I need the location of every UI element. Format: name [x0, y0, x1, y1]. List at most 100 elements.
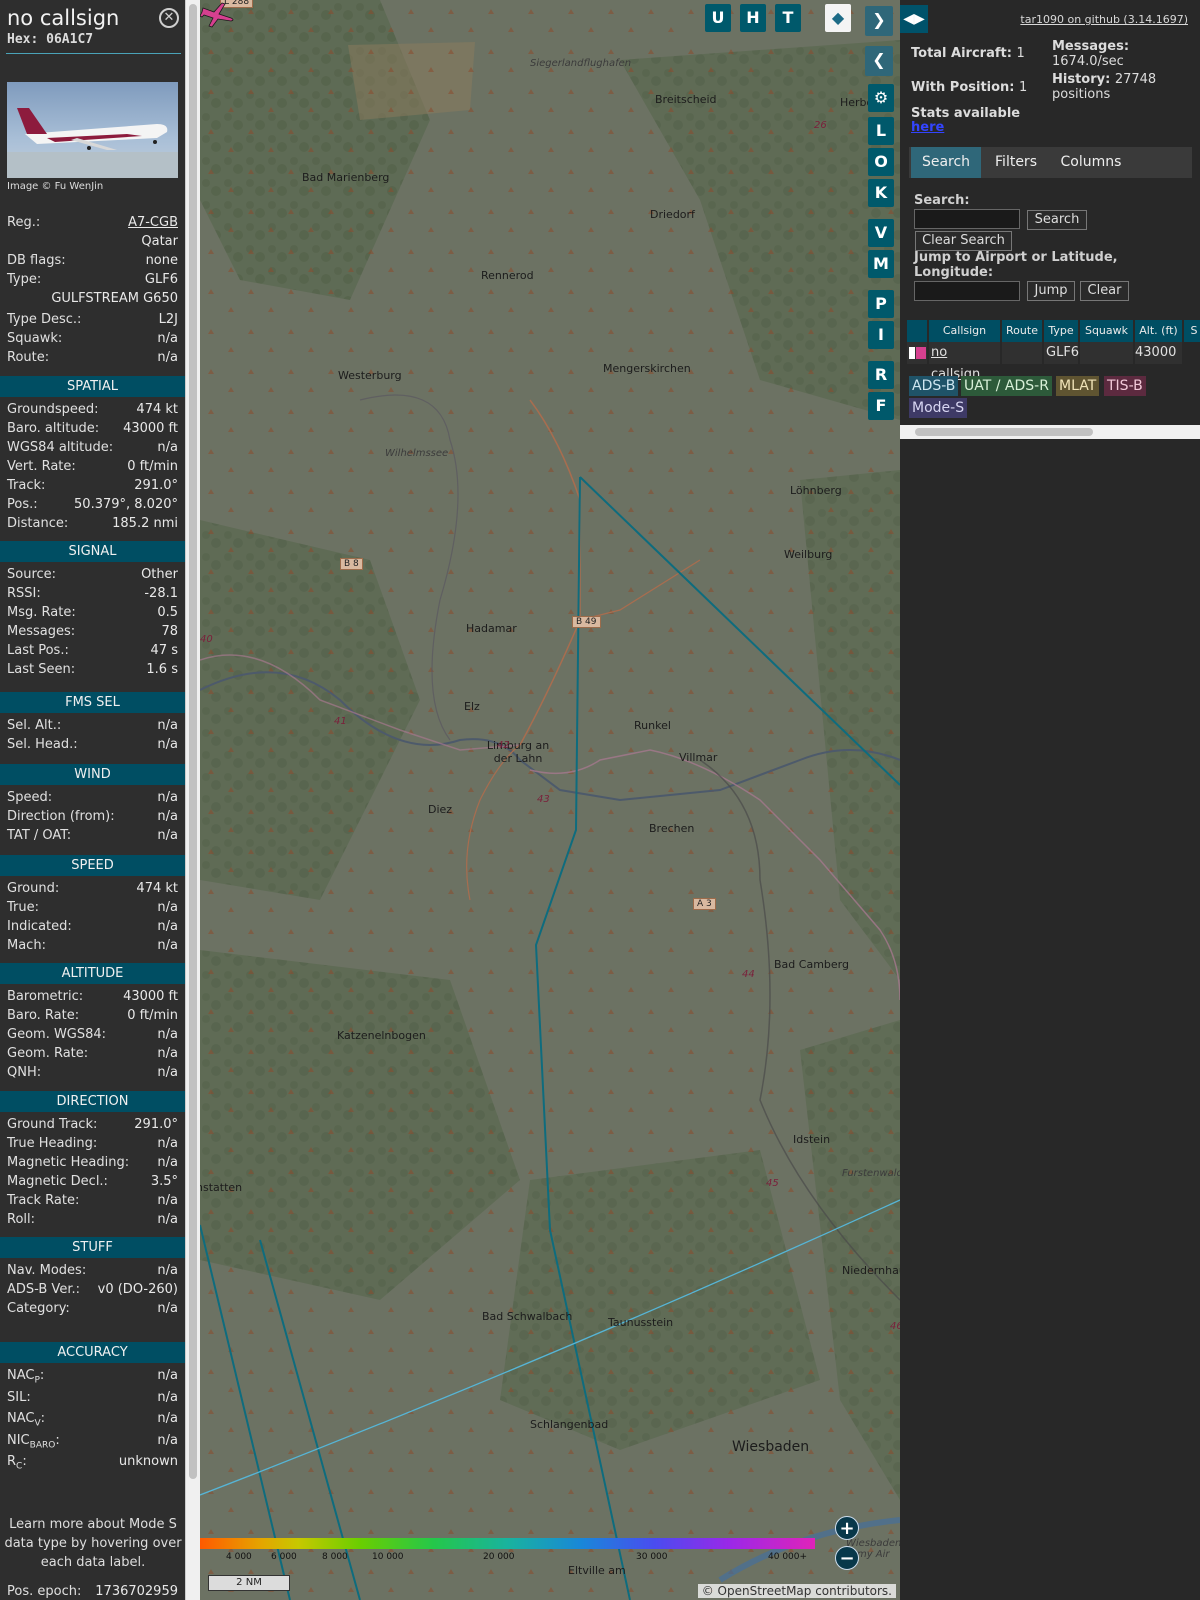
info-row-label[interactable]: True Heading: — [7, 1136, 97, 1151]
column-header-squawk[interactable]: Squawk — [1080, 320, 1133, 342]
table-horizontal-scrollbar[interactable] — [900, 425, 1200, 439]
info-row-label[interactable]: TAT / OAT: — [7, 828, 71, 843]
tab-columns[interactable]: Columns — [1050, 147, 1132, 178]
map-attribution[interactable]: © OpenStreetMap contributors. — [697, 1584, 896, 1598]
info-row-label[interactable]: Ground: — [7, 881, 59, 896]
info-row-label[interactable]: Direction (from): — [7, 809, 115, 824]
map-canvas — [200, 0, 900, 1600]
button-m[interactable]: M — [868, 250, 894, 278]
column-header-s[interactable]: S — [1184, 320, 1200, 342]
map-place-label: Villmar — [679, 751, 718, 764]
info-row-value: v0 (DO-260) — [97, 1282, 178, 1297]
button-l[interactable]: L — [868, 117, 894, 145]
tab-search[interactable]: Search — [911, 147, 981, 178]
tab-filters[interactable]: Filters — [986, 147, 1046, 178]
search-button[interactable]: Search — [1027, 210, 1087, 230]
info-row-label[interactable]: Indicated: — [7, 919, 72, 934]
info-row-label[interactable]: Mach: — [7, 938, 46, 953]
info-row-label[interactable]: Ground Track: — [7, 1117, 97, 1132]
button-t[interactable]: T — [775, 4, 801, 32]
info-row-label[interactable]: Vert. Rate: — [7, 459, 76, 474]
zoom-in-button[interactable]: + — [835, 1516, 859, 1540]
chevron-left-icon[interactable]: ❮ — [865, 46, 893, 76]
info-row-label[interactable]: Roll: — [7, 1212, 35, 1227]
info-row-label[interactable]: WGS84 altitude: — [7, 440, 113, 455]
search-input[interactable] — [914, 209, 1020, 229]
info-row-label[interactable]: Barometric: — [7, 989, 83, 1004]
info-row-label[interactable]: RSSI: — [7, 586, 41, 601]
clear-button[interactable]: Clear — [1080, 281, 1129, 301]
info-row-label[interactable]: Track: — [7, 478, 45, 493]
info-row-label[interactable]: Msg. Rate: — [7, 605, 76, 620]
info-row-label[interactable]: Distance: — [7, 516, 68, 531]
aircraft-marker-icon[interactable] — [200, 0, 236, 28]
info-row-label[interactable]: Baro. Rate: — [7, 1008, 79, 1023]
zoom-out-button[interactable]: − — [835, 1546, 859, 1570]
info-row-label[interactable]: Nav. Modes: — [7, 1263, 86, 1278]
pos-epoch-row: Pos. epoch: 1736702959 — [7, 1584, 178, 1600]
gear-icon[interactable]: ⚙ — [868, 84, 894, 112]
button-p[interactable]: P — [868, 290, 894, 318]
info-row-label[interactable]: QNH: — [7, 1065, 41, 1080]
info-row-label[interactable]: Magnetic Heading: — [7, 1155, 129, 1170]
chevron-right-icon[interactable]: ❯ — [865, 6, 893, 36]
clear-search-button[interactable]: Clear Search — [915, 231, 1012, 251]
info-row-label[interactable]: Sel. Alt.: — [7, 718, 61, 733]
layers-icon[interactable]: ◆ — [825, 4, 851, 32]
info-row-label[interactable]: NICBARO: — [7, 1433, 60, 1451]
row-callsign[interactable]: no callsign — [929, 342, 1000, 382]
info-row-label[interactable]: Messages: — [7, 624, 75, 639]
info-row-label[interactable]: Last Seen: — [7, 662, 75, 677]
info-row-label[interactable]: Baro. altitude: — [7, 421, 99, 436]
info-row-label[interactable]: SIL: — [7, 1390, 31, 1405]
info-row-label[interactable]: True: — [7, 900, 39, 915]
column-header-route[interactable]: Route — [1002, 320, 1042, 342]
button-r[interactable]: R — [868, 361, 894, 389]
info-panel-scrollbar[interactable] — [185, 0, 200, 1600]
info-row-label[interactable]: Groundspeed: — [7, 402, 98, 417]
row-squawk — [1080, 342, 1133, 364]
column-header-select[interactable] — [907, 320, 927, 342]
section-header-spatial: SPATIAL — [0, 376, 185, 397]
info-row-label[interactable]: Geom. WGS84: — [7, 1027, 106, 1042]
info-row-label[interactable]: Category: — [7, 1301, 70, 1316]
jump-button[interactable]: Jump — [1027, 281, 1075, 301]
button-f[interactable]: F — [868, 392, 894, 420]
info-row-label[interactable]: ADS-B Ver.: — [7, 1282, 80, 1297]
info-row-label[interactable]: Last Pos.: — [7, 643, 69, 658]
column-header-type[interactable]: Type — [1044, 320, 1078, 342]
button-h[interactable]: H — [740, 4, 766, 32]
column-header-altitude[interactable]: Alt. (ft) — [1135, 320, 1182, 342]
button-v[interactable]: V — [868, 219, 894, 247]
map-place-label: Taunusstein — [608, 1316, 674, 1329]
info-row-label[interactable]: Sel. Head.: — [7, 737, 78, 752]
info-row-value: n/a — [157, 1065, 178, 1080]
map-place-label: Limburg an der Lahn — [486, 739, 550, 765]
expand-sidebar-icon[interactable]: ◀▶ — [900, 5, 928, 33]
info-row-label[interactable]: Speed: — [7, 790, 52, 805]
close-icon[interactable]: ✕ — [159, 8, 179, 28]
info-row-label[interactable]: Source: — [7, 567, 56, 582]
info-row-label[interactable]: Geom. Rate: — [7, 1046, 88, 1061]
map-place-label: Westerburg — [338, 369, 402, 382]
info-row-label[interactable]: Track Rate: — [7, 1193, 79, 1208]
info-row-label[interactable]: RC: — [7, 1454, 27, 1472]
info-row-value[interactable]: A7-CGB — [128, 215, 178, 230]
button-u[interactable]: U — [705, 4, 731, 32]
scrollbar-thumb[interactable] — [189, 4, 197, 1479]
aircraft-info-panel: no callsign Hex: 06A1C7 ✕ Image © Fu Wen… — [0, 0, 185, 1600]
button-k[interactable]: K — [868, 179, 894, 207]
button-i[interactable]: I — [868, 321, 894, 349]
info-row-label[interactable]: Magnetic Decl.: — [7, 1174, 108, 1189]
stats-link[interactable]: here — [911, 120, 944, 135]
button-o[interactable]: O — [868, 148, 894, 176]
scrollbar-thumb[interactable] — [915, 428, 1093, 436]
road-label: 43 — [537, 794, 550, 805]
map-view[interactable]: Siegerlandflughafen Breitscheid Herbo Bad M… — [200, 0, 900, 1600]
github-link[interactable]: tar1090 on github (3.14.1697) — [1020, 13, 1188, 26]
column-header-callsign[interactable]: Callsign — [929, 320, 1000, 342]
info-row-label[interactable]: NACV: — [7, 1411, 45, 1429]
info-row-label[interactable]: NACP: — [7, 1368, 44, 1386]
jump-input[interactable] — [914, 281, 1020, 301]
info-row-label[interactable]: Pos.: — [7, 497, 38, 512]
